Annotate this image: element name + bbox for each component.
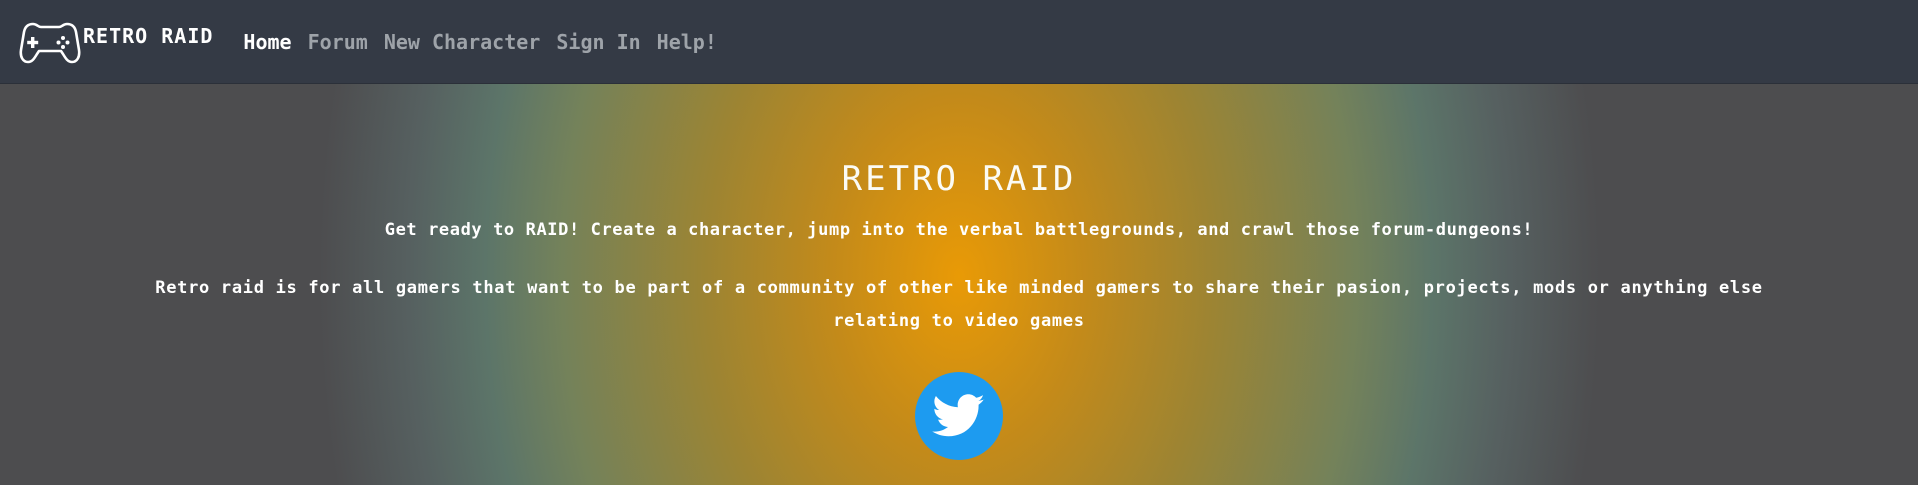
nav-link-new-character[interactable]: New Character	[384, 30, 541, 54]
hero-section: RETRO RAID Get ready to RAID! Create a c…	[0, 84, 1918, 485]
hero-title: RETRO RAID	[841, 159, 1077, 199]
brand-name: RETRO RAID	[83, 23, 214, 48]
nav-links: Home Forum New Character Sign In Help!	[243, 0, 732, 83]
nav-link-home[interactable]: Home	[243, 30, 291, 54]
hero-tagline: Get ready to RAID! Create a character, j…	[384, 220, 1534, 240]
gamepad-icon	[19, 22, 81, 63]
brand-link[interactable]: RETRO RAID	[19, 0, 213, 83]
twitter-button[interactable]	[915, 372, 1003, 460]
navbar: RETRO RAID Home Forum New Character Sign…	[0, 0, 1918, 84]
twitter-icon	[932, 394, 985, 437]
nav-link-help[interactable]: Help!	[657, 30, 717, 54]
hero-description: Retro raid is for all gamers that want t…	[155, 278, 1763, 331]
nav-link-forum[interactable]: Forum	[308, 30, 368, 54]
nav-link-sign-in[interactable]: Sign In	[556, 30, 640, 54]
